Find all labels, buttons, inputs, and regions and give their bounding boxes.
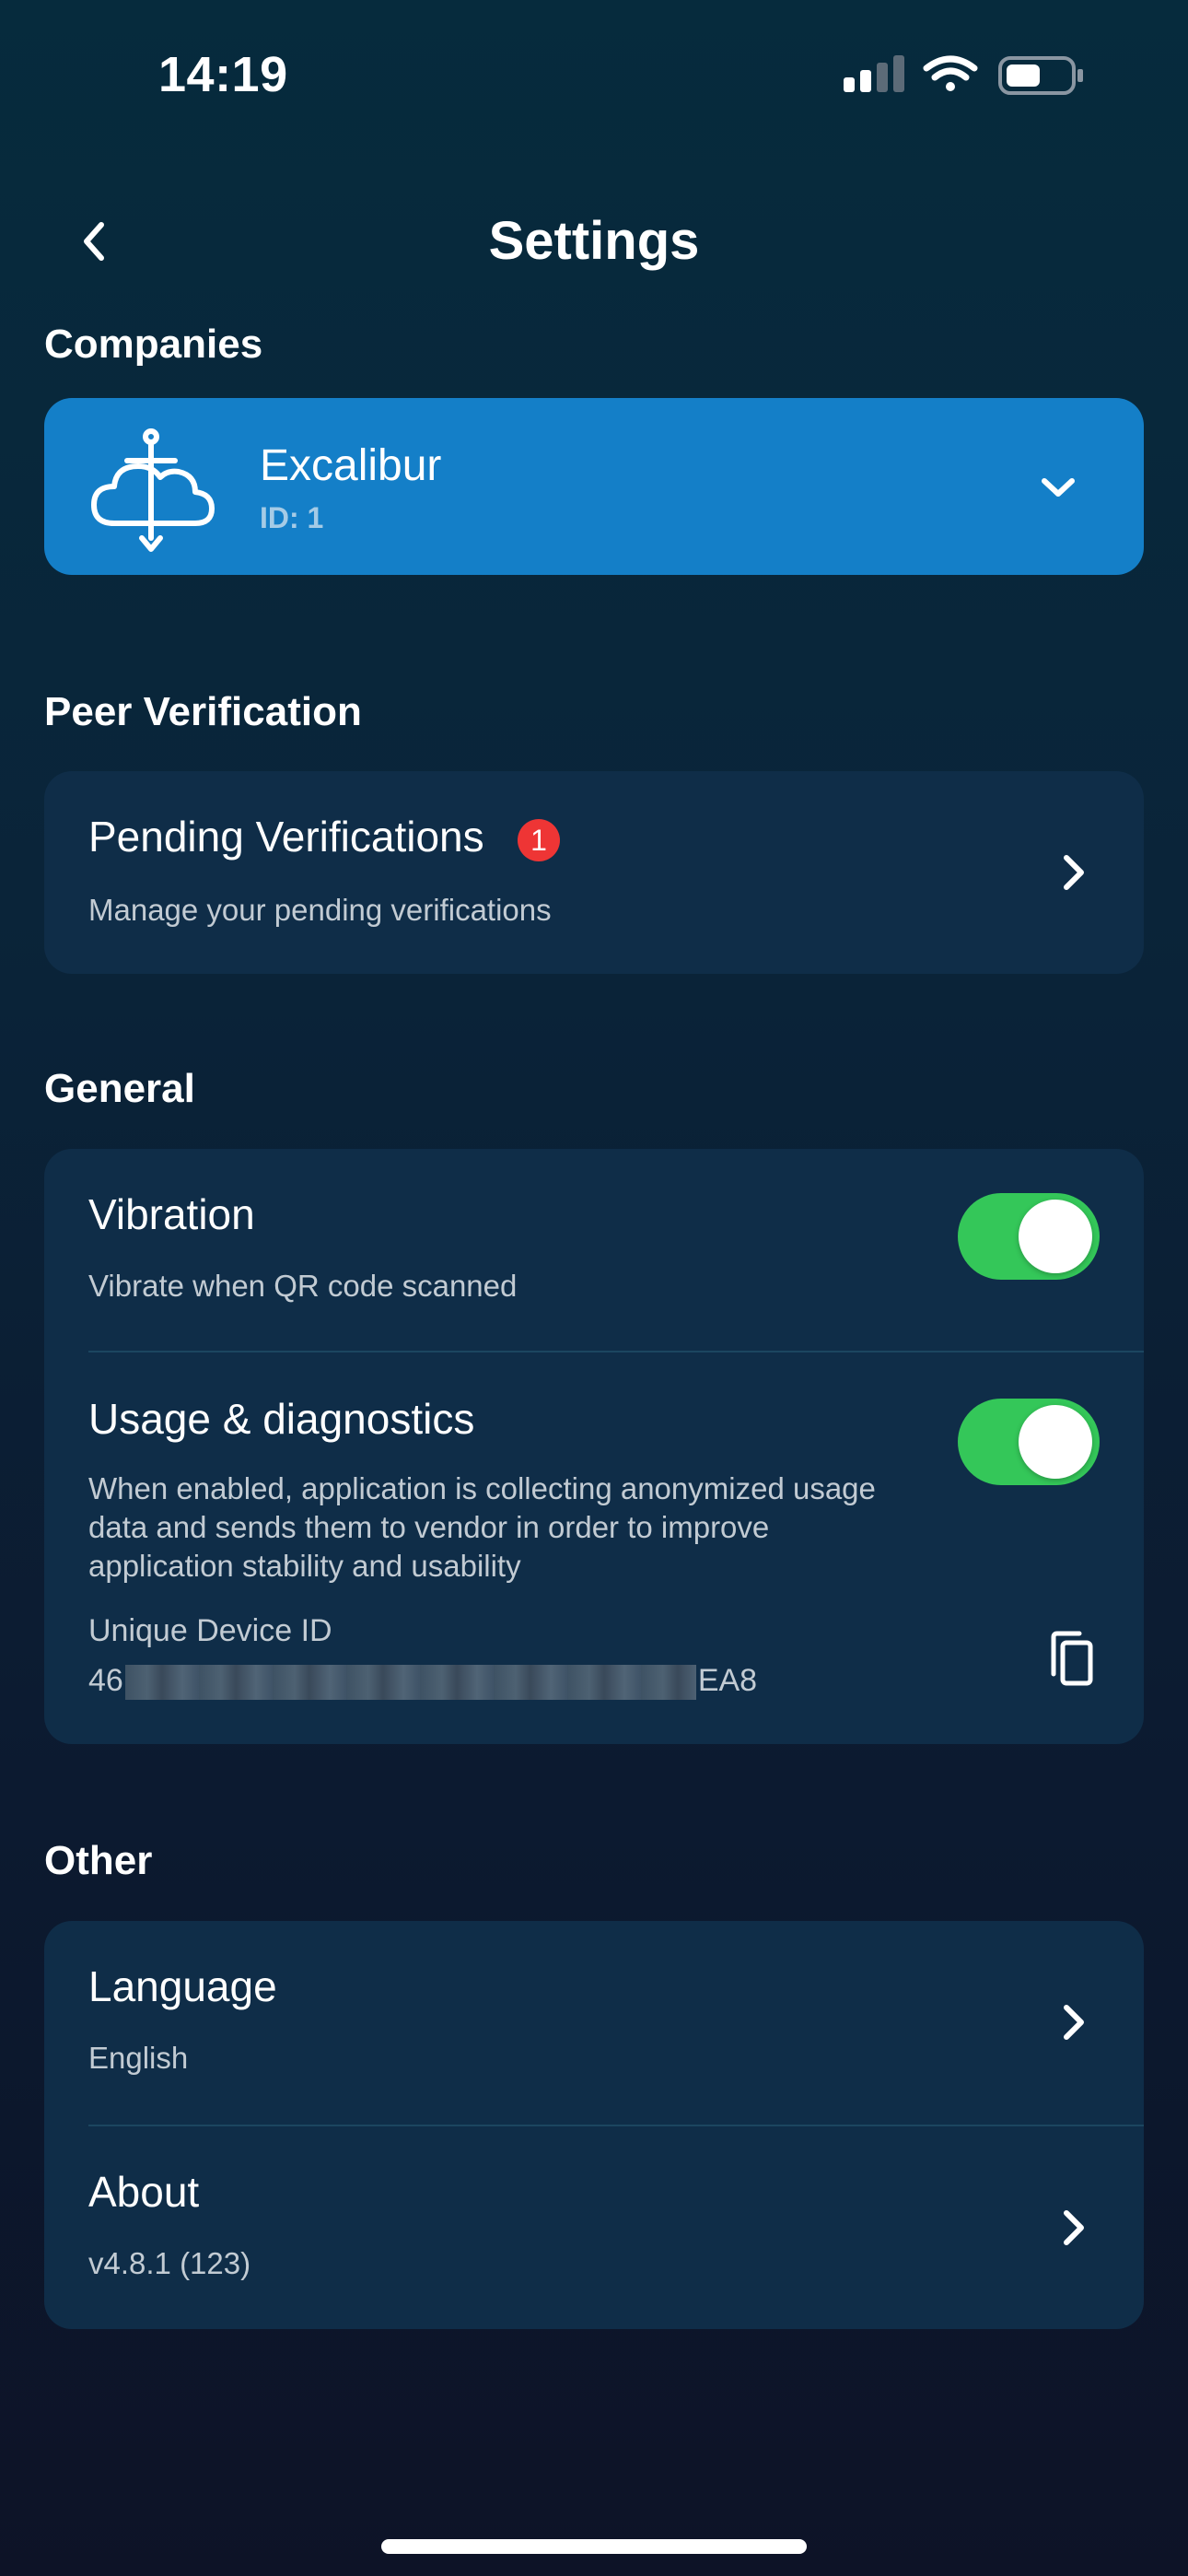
device-id-suffix: EA8 [697, 1663, 758, 1698]
company-selector[interactable]: Excalibur ID: 1 [44, 398, 1144, 575]
copy-device-id-button[interactable] [1041, 1630, 1100, 1689]
status-icons [840, 55, 1089, 103]
company-logo [87, 424, 215, 553]
vibration-subtitle: Vibrate when QR code scanned [88, 1269, 518, 1303]
cellular-signal-icon [844, 55, 904, 92]
section-title-peer-verification: Peer Verification [44, 689, 362, 734]
device-id-label: Unique Device ID [88, 1613, 332, 1648]
language-item[interactable]: Language English [44, 1921, 1144, 2125]
company-id: ID: 1 [260, 501, 324, 534]
copy-icon [1051, 1631, 1093, 1686]
cloud-sword-logo [91, 428, 215, 552]
usage-diagnostics-title: Usage & diagnostics [88, 1395, 475, 1443]
chevron-right-icon [1055, 2002, 1092, 2043]
chevron-down-icon [1037, 466, 1079, 509]
section-title-companies: Companies [44, 322, 263, 367]
device-id-prefix: 46 [88, 1663, 123, 1698]
status-time: 14:19 [158, 47, 288, 102]
notification-badge: 1 [518, 819, 560, 861]
usage-diagnostics-toggle[interactable] [958, 1399, 1100, 1485]
usage-diagnostics-description: When enabled, application is collecting … [88, 1471, 876, 1583]
section-title-other: Other [44, 1838, 153, 1883]
toggle-knob [1019, 1200, 1092, 1273]
about-item[interactable]: About v4.8.1 (123) [44, 2126, 1144, 2329]
section-title-general: General [44, 1066, 195, 1111]
pending-verifications-subtitle: Manage your pending verifications [88, 893, 552, 927]
device-id-value: 46 EA8 [88, 1661, 758, 1701]
language-value: English [88, 2041, 189, 2075]
vibration-title: Vibration [88, 1190, 255, 1238]
chevron-right-icon [1055, 852, 1092, 893]
language-title: Language [88, 1962, 277, 2010]
about-version: v4.8.1 (123) [88, 2246, 251, 2280]
home-indicator[interactable] [381, 2539, 807, 2554]
pending-verifications-title: Pending Verifications [88, 813, 484, 861]
divider [88, 1351, 1144, 1352]
battery-icon [998, 56, 1083, 95]
wifi-icon [923, 55, 978, 91]
chevron-right-icon [1055, 2207, 1092, 2248]
page-title: Settings [488, 211, 700, 271]
company-name: Excalibur [260, 441, 442, 490]
vibration-toggle[interactable] [958, 1193, 1100, 1280]
general-settings-card: Vibration Vibrate when QR code scanned U… [44, 1149, 1144, 1744]
pending-verifications-item[interactable]: Pending Verifications 1 Manage your pend… [44, 771, 1144, 974]
redacted-device-id [124, 1665, 696, 1701]
about-title: About [88, 2168, 200, 2216]
other-settings-card: Language English About v4.8.1 (123) [44, 1921, 1144, 2329]
toggle-knob [1019, 1405, 1092, 1479]
